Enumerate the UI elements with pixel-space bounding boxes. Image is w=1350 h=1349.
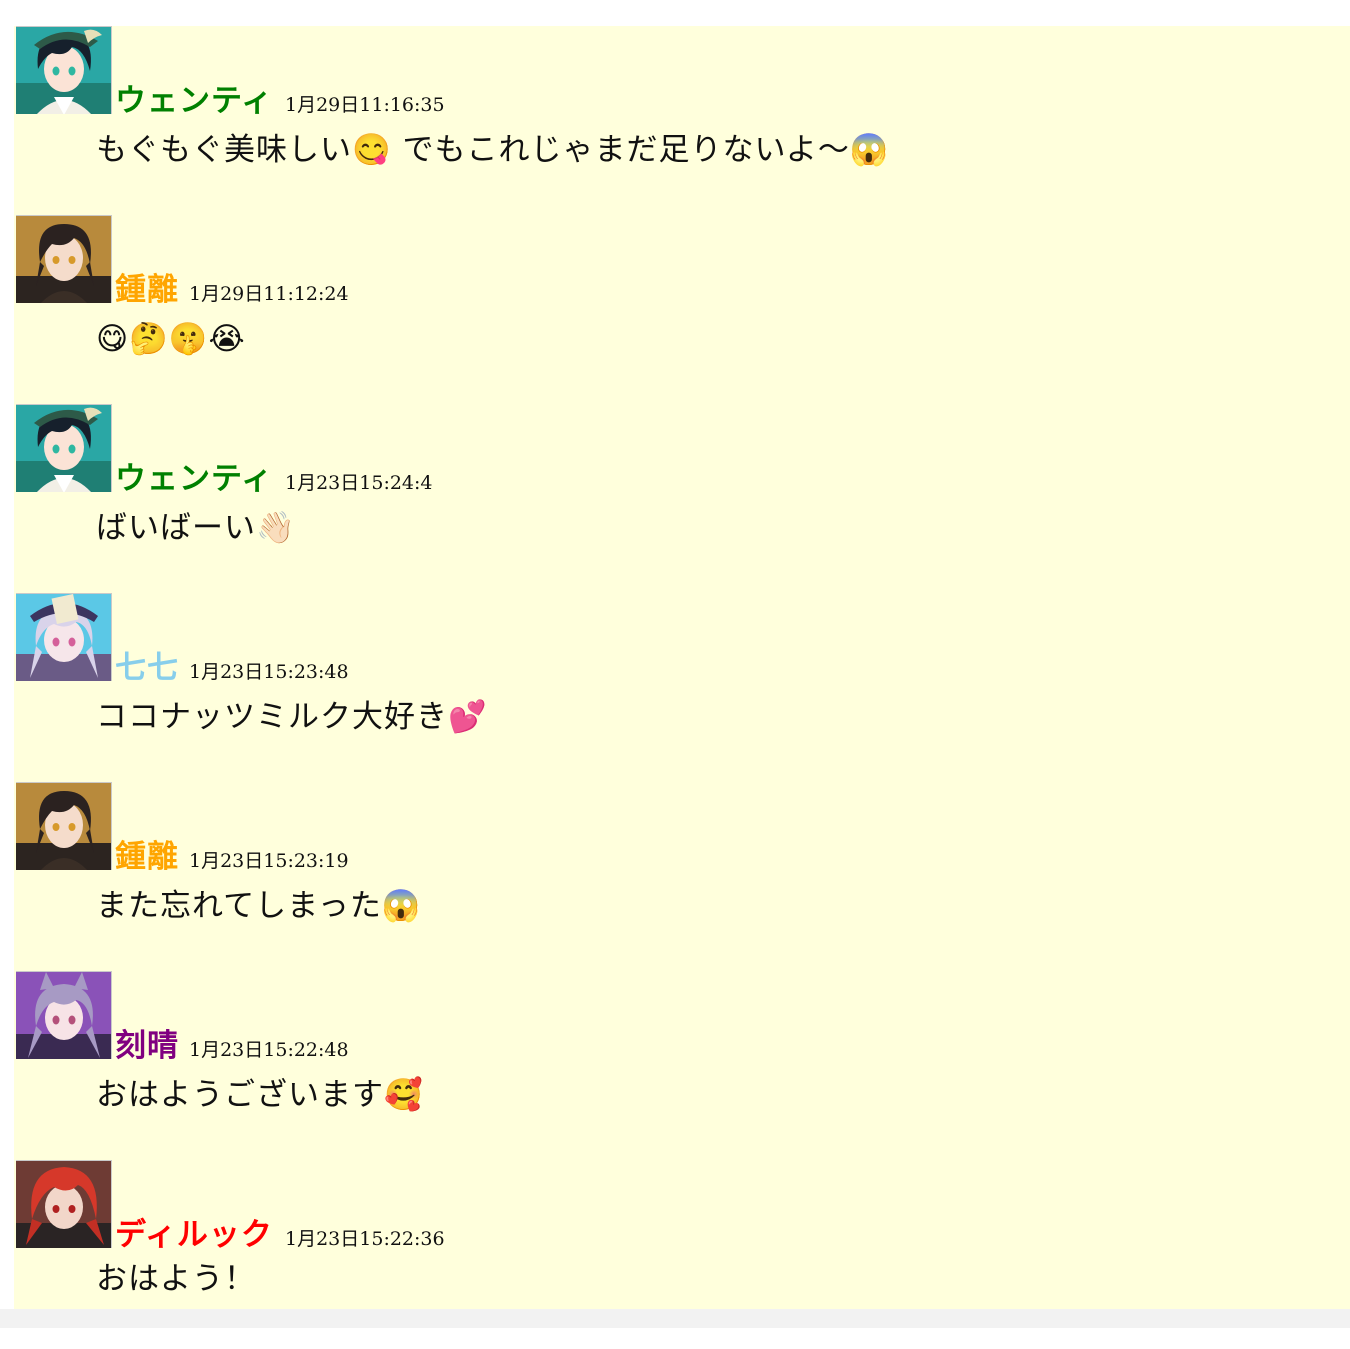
chat-message: 鍾離 1月23日15:23:19 また忘れてしまった😱	[14, 782, 1350, 971]
chat-message: ウェンティ 1月23日15:24:4 ばいばーい👋🏻	[14, 404, 1350, 593]
chat-message: 七七 1月23日15:23:48 ココナッツミルク大好き💕	[14, 593, 1350, 782]
message-text: また忘れてしまった😱	[96, 886, 421, 926]
diluc-avatar[interactable]	[16, 1160, 112, 1248]
venti-avatar[interactable]	[16, 26, 112, 114]
message-body: おはようございます🥰	[96, 1077, 424, 1113]
chat-message: 鍾離 1月29日11:12:24 😋🤔🤫😭	[14, 215, 1350, 404]
sender-name: 鍾離	[115, 839, 179, 875]
venti-avatar[interactable]	[16, 404, 112, 492]
message-header: 七七 1月23日15:23:48	[14, 593, 1350, 686]
horizontal-scrollbar[interactable]	[0, 1309, 1350, 1328]
qiqi-avatar[interactable]	[16, 593, 112, 681]
zhongli-avatar[interactable]	[16, 215, 112, 303]
message-text: ばいばーい👋🏻	[96, 508, 296, 548]
sender-name: ウェンティ	[115, 461, 274, 497]
message-header: ウェンティ 1月29日11:16:35	[14, 26, 1350, 119]
zhongli-avatar[interactable]	[16, 782, 112, 870]
message-body: ばいばーい👋🏻	[96, 510, 296, 546]
message-timestamp: 1月23日15:23:48	[189, 661, 349, 683]
message-text: おはようございます🥰	[96, 1075, 424, 1115]
message-header: 鍾離 1月29日11:12:24	[14, 215, 1350, 308]
chat-message: 刻晴 1月23日15:22:48 おはようございます🥰	[14, 971, 1350, 1160]
message-timestamp: 1月23日15:22:36	[285, 1228, 445, 1250]
message-timestamp: 1月23日15:24:4	[285, 472, 433, 494]
sender-name: ウェンティ	[115, 83, 274, 119]
message-header: ディルック 1月23日15:22:36	[14, 1160, 1350, 1253]
message-timestamp: 1月23日15:23:19	[189, 850, 349, 872]
message-body: 😋🤔🤫😭	[96, 321, 246, 357]
message-header: 鍾離 1月23日15:23:19	[14, 782, 1350, 875]
sender-name: ディルック	[115, 1217, 273, 1253]
message-text: 😋🤔🤫😭	[96, 319, 246, 359]
sender-name: 七七	[115, 650, 179, 686]
message-body: また忘れてしまった😱	[96, 888, 422, 924]
sender-name: 鍾離	[115, 272, 179, 308]
message-text: ココナッツミルク大好き💕	[96, 697, 488, 737]
message-text: おはよう！	[96, 1259, 256, 1299]
message-timestamp: 1月29日11:12:24	[189, 283, 349, 305]
message-header: 刻晴 1月23日15:22:48	[14, 971, 1350, 1064]
message-body: おはよう！	[96, 1261, 256, 1297]
keqing-avatar[interactable]	[16, 971, 112, 1059]
sender-name: 刻晴	[115, 1028, 179, 1064]
message-timestamp: 1月23日15:22:48	[189, 1039, 349, 1061]
chat-message: ウェンティ 1月29日11:16:35 もぐもぐ美味しい😋 でもこれじゃまだ足り…	[14, 26, 1350, 215]
message-timestamp: 1月29日11:16:35	[285, 94, 445, 116]
chat-log: ウェンティ 1月29日11:16:35 もぐもぐ美味しい😋 でもこれじゃまだ足り…	[14, 26, 1350, 1309]
message-body: ココナッツミルク大好き💕	[96, 699, 488, 735]
message-header: ウェンティ 1月23日15:24:4	[14, 404, 1350, 497]
message-text: もぐもぐ美味しい😋 でもこれじゃまだ足りないよ〜😱	[96, 130, 889, 170]
message-body: もぐもぐ美味しい😋 でもこれじゃまだ足りないよ〜😱	[96, 132, 890, 168]
